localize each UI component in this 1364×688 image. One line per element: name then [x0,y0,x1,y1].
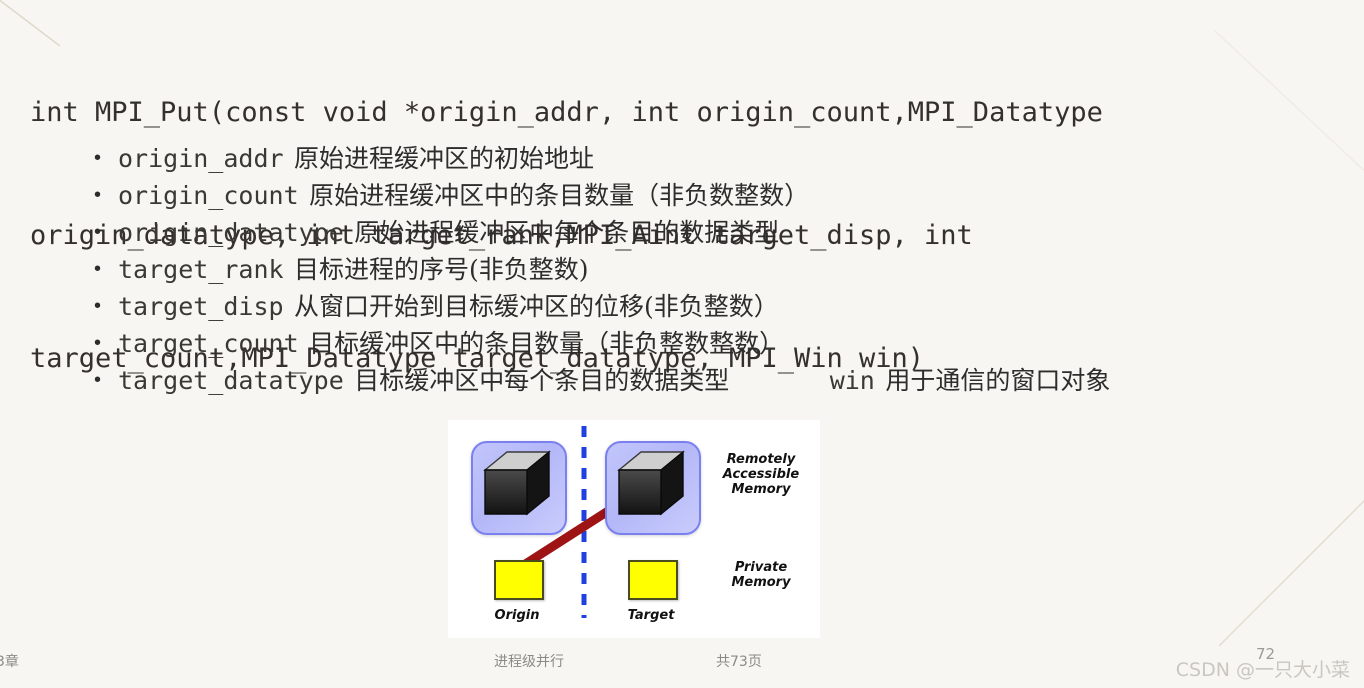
param-description: 原始进程缓冲区的初始地址 [294,144,595,173]
list-item: • target_disp 从窗口开始到目标缓冲区的位移(非负整数） [82,288,1352,325]
param-name: target_rank [118,255,284,284]
list-item: • target_datatype 目标缓冲区中每个条目的数据类型 win 用于… [82,362,1352,399]
slide-canvas: int MPI_Put(const void *origin_addr, int… [0,0,1364,688]
diagram-label-remote-memory: Remotely Accessible Memory [706,452,816,497]
param-name-win: win [829,366,875,395]
param-name: origin_addr [118,144,284,173]
param-name: target_disp [118,292,284,321]
param-name: target_count [118,329,299,358]
origin-private-memory-box [494,560,544,600]
param-name: target_datatype [118,366,344,395]
trailing-param: win 用于通信的窗口对象 [830,362,1111,403]
param-name: origin_datatype [118,218,344,247]
csdn-watermark: CSDN @一只大小菜 [1175,659,1350,681]
parameter-list: • origin_addr 原始进程缓冲区的初始地址 • origin_coun… [82,140,1352,399]
diagram-label-origin: Origin [494,608,540,623]
param-name: origin_count [118,181,299,210]
diagram-label-target: Target [627,608,675,623]
list-item: • target_count 目标缓冲区中的条目数量（非负整数整数） [82,325,1352,362]
private-memory-line-2: Memory [731,575,791,590]
footer-chapter: 3章 [0,654,19,670]
footer-total-pages: 共73页 [716,654,762,670]
param-description: 原始进程缓冲区中每个条目的数据类型 [354,218,780,247]
private-memory-line-1: Private [734,560,788,575]
decorative-diagonal-bottom-right [1219,499,1364,647]
param-description: 从窗口开始到目标缓冲区的位移(非负整数） [294,292,779,321]
list-item: • origin_datatype 原始进程缓冲区中每个条目的数据类型 [82,214,1352,251]
target-private-memory-box [628,560,678,600]
diagram-label-private-memory: Private Memory [706,560,816,590]
bullet-icon: • [94,147,102,169]
remote-memory-line-1: Remotely [726,452,796,467]
bullet-icon: • [94,221,102,243]
param-description: 目标缓冲区中的条目数量（非负整数整数） [309,329,785,358]
param-description: 目标进程的序号(非负整数) [294,255,589,284]
param-description-win: 用于通信的窗口对象 [885,366,1111,395]
bullet-icon: • [94,295,102,317]
param-description: 原始进程缓冲区中的条目数量（非负数整数） [309,181,810,210]
remote-memory-line-3: Memory [731,482,791,497]
signature-line-1: int MPI_Put(const void *origin_addr, int… [30,97,1103,128]
bullet-icon: • [94,184,102,206]
list-item: • origin_count 原始进程缓冲区中的条目数量（非负数整数） [82,177,1352,214]
target-cube-icon [617,450,685,516]
origin-cube-icon [483,450,551,516]
bullet-icon: • [94,332,102,354]
list-item: • origin_addr 原始进程缓冲区的初始地址 [82,140,1352,177]
footer-center-title: 进程级并行 [494,654,564,670]
param-description: 目标缓冲区中每个条目的数据类型 [354,366,730,395]
bullet-icon: • [94,369,102,391]
list-item: • target_rank 目标进程的序号(非负整数) [82,251,1352,288]
remote-memory-line-2: Accessible [722,467,800,482]
bullet-icon: • [94,258,102,280]
